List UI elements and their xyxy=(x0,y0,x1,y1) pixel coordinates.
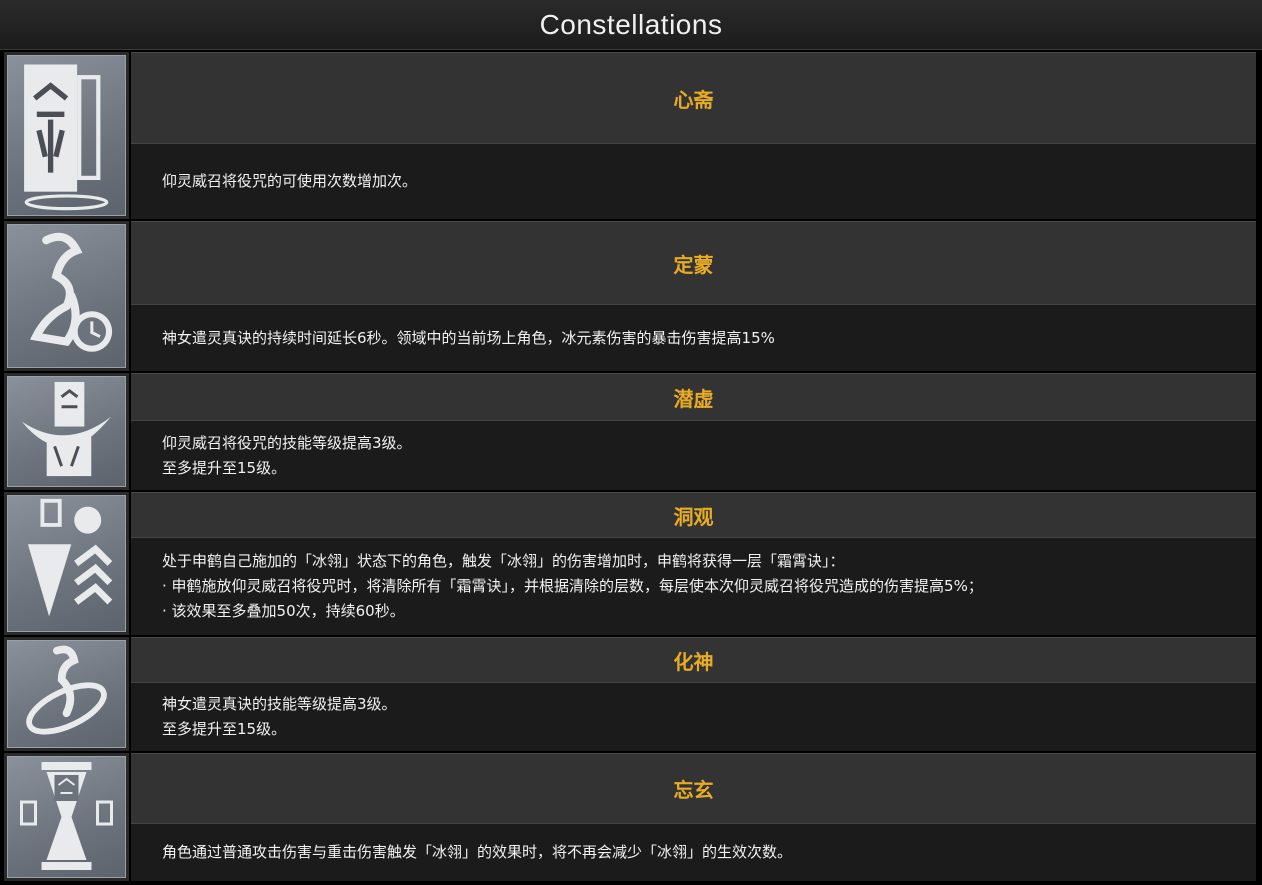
constellation-name: 潜虚 xyxy=(673,386,714,411)
description-line: · 该效果至多叠加50次，持续60秒。 xyxy=(162,602,405,620)
description-line: 处于申鹤自己施加的「冰翎」状态下的角色，触发「冰翎」的伤害增加时，申鹤将获得一层… xyxy=(162,552,845,570)
spirit-swirl-icon xyxy=(7,640,126,748)
description-line: 至多提升至15级。 xyxy=(162,458,287,477)
description-line: · 申鹤施放仰灵威召将役咒时，将清除所有「霜霄诀」，并根据清除的层数，每层使本次… xyxy=(162,577,983,595)
description-line: 仰灵威召将役咒的可使用次数增加次。 xyxy=(162,172,418,190)
talisman-scroll-icon xyxy=(7,55,126,216)
constellation-row-1: 心斋 仰灵威召将役咒的可使用次数增加次。 xyxy=(4,52,1256,219)
description-line: 角色通过普通攻击伤害与重击伤害触发「冰翎」的效果时，将不再会减少「冰翎」的生效次… xyxy=(162,843,793,861)
constellation-name: 洞观 xyxy=(673,504,714,529)
panel-header: Constellations xyxy=(0,0,1262,50)
constellation-name: 定蒙 xyxy=(673,252,714,277)
constellation-name: 心斋 xyxy=(673,87,714,112)
constellation-name-cell: 心斋 xyxy=(131,52,1256,143)
hourglass-talisman-icon xyxy=(7,756,126,878)
talisman-swirl-icon xyxy=(7,376,126,487)
constellation-row-4: 洞观 处于申鹤自己施加的「冰翎」状态下的角色，触发「冰翎」的伤害增加时，申鹤将获… xyxy=(4,492,1256,635)
page-title: Constellations xyxy=(539,8,723,40)
constellations-panel: Constellations 心斋 仰灵威召将役咒的可使用次数增加次。 定蒙 神… xyxy=(0,0,1262,885)
constellation-description: 角色通过普通攻击伤害与重击伤害触发「冰翎」的效果时，将不再会减少「冰翎」的生效次… xyxy=(131,823,1256,881)
constellation-name-cell: 定蒙 xyxy=(131,221,1256,304)
description-line: 神女遣灵真诀的持续时间延长6秒。领域中的当前场上角色，冰元素伤害的暴击伤害提高1… xyxy=(162,328,775,347)
description-line: 至多提升至15级。 xyxy=(162,720,287,738)
constellation-row-3: 潜虚 仰灵威召将役咒的技能等级提高3级。 至多提升至15级。 xyxy=(4,373,1256,490)
constellation-description: 仰灵威召将役咒的可使用次数增加次。 xyxy=(131,143,1256,219)
description-line: 神女遣灵真诀的技能等级提高3级。 xyxy=(162,695,397,713)
constellation-name-cell: 忘玄 xyxy=(131,753,1256,823)
frost-stack-icon xyxy=(7,495,126,632)
constellation-name-cell: 洞观 xyxy=(131,492,1256,537)
constellation-name: 忘玄 xyxy=(673,778,714,802)
constellation-row-5: 化神 神女遣灵真诀的技能等级提高3级。 至多提升至15级。 xyxy=(4,637,1256,751)
constellation-description: 仰灵威召将役咒的技能等级提高3级。 至多提升至15级。 xyxy=(131,420,1256,490)
constellation-description: 处于申鹤自己施加的「冰翎」状态下的角色，触发「冰翎」的伤害增加时，申鹤将获得一层… xyxy=(131,537,1256,635)
constellation-name-cell: 化神 xyxy=(131,637,1256,682)
constellation-row-6: 忘玄 角色通过普通攻击伤害与重击伤害触发「冰翎」的效果时，将不再会减少「冰翎」的… xyxy=(4,753,1256,881)
constellation-description: 神女遣灵真诀的持续时间延长6秒。领域中的当前场上角色，冰元素伤害的暴击伤害提高1… xyxy=(131,304,1256,371)
description-line: 仰灵威召将役咒的技能等级提高3级。 xyxy=(162,433,412,452)
constellation-name-cell: 潜虚 xyxy=(131,373,1256,420)
spirit-timer-icon xyxy=(7,224,126,368)
constellation-name: 化神 xyxy=(673,649,714,674)
constellation-row-2: 定蒙 神女遣灵真诀的持续时间延长6秒。领域中的当前场上角色，冰元素伤害的暴击伤害… xyxy=(4,221,1256,371)
constellation-description: 神女遣灵真诀的技能等级提高3级。 至多提升至15级。 xyxy=(131,682,1256,751)
